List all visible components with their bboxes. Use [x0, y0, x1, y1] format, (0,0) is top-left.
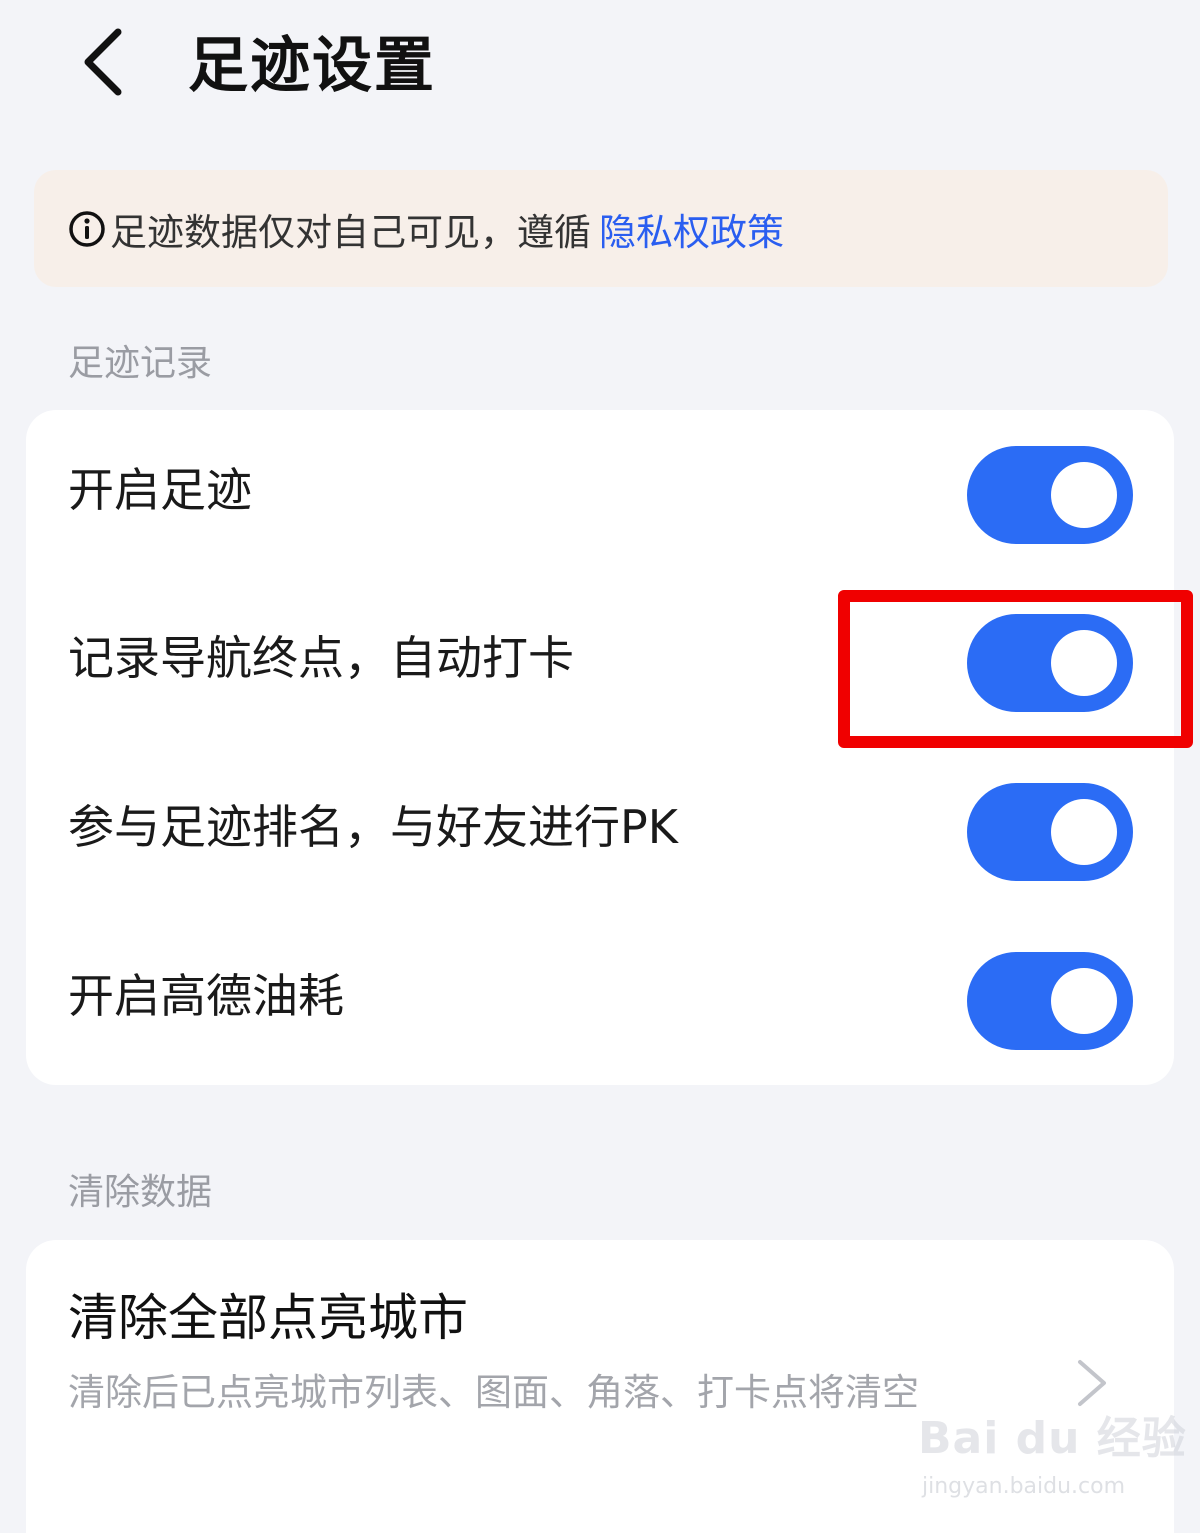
toggle-enable-footprint[interactable]: [967, 446, 1133, 544]
section-label-clear: 清除数据: [68, 1172, 213, 1213]
privacy-policy-link[interactable]: 隐私权政策: [599, 202, 784, 256]
setting-row-auto-checkin: 记录导航终点，自动打卡: [26, 578, 1174, 746]
info-circle-icon: [69, 210, 105, 247]
page-title: 足迹设置: [188, 31, 436, 101]
record-settings-card: 开启足迹 记录导航终点，自动打卡 参与足迹排名，与好友进行PK 开启高德油耗: [26, 410, 1174, 1085]
toggle-knob: [1051, 968, 1117, 1034]
setting-label-auto-checkin: 记录导航终点，自动打卡: [68, 631, 574, 685]
toggle-ranking-pk[interactable]: [967, 783, 1133, 881]
baidu-jingyan-watermark: Bai du 经验 jingyan.baidu.com: [918, 1402, 1186, 1512]
privacy-notice: 足迹数据仅对自己可见，遵循 隐私权政策: [34, 170, 1168, 287]
privacy-notice-text: 足迹数据仅对自己可见，遵循: [110, 210, 591, 254]
setting-row-ranking-pk: 参与足迹排名，与好友进行PK: [26, 747, 1174, 915]
toggle-fuel-consumption[interactable]: [967, 952, 1133, 1050]
setting-row-fuel-consumption: 开启高德油耗: [26, 916, 1174, 1084]
clear-all-cities-desc: 清除后已点亮城市列表、图面、角落、打卡点将清空: [68, 1371, 919, 1414]
setting-label-enable-footprint: 开启足迹: [68, 463, 252, 517]
setting-label-ranking-pk: 参与足迹排名，与好友进行PK: [68, 800, 678, 854]
setting-row-enable-footprint: 开启足迹: [26, 410, 1174, 578]
watermark-brand: Bai du 经验: [918, 1413, 1187, 1464]
toggle-knob: [1051, 799, 1117, 865]
header-bar: 足迹设置: [0, 0, 1200, 140]
toggle-auto-checkin[interactable]: [967, 614, 1133, 712]
setting-label-fuel-consumption: 开启高德油耗: [68, 969, 344, 1023]
toggle-knob: [1051, 630, 1117, 696]
chevron-right-icon: [1078, 1360, 1106, 1406]
chevron-left-icon: [84, 28, 122, 96]
toggle-knob: [1051, 462, 1117, 528]
section-label-record: 足迹记录: [68, 343, 213, 384]
back-button[interactable]: [62, 22, 142, 102]
watermark-url: jingyan.baidu.com: [922, 1474, 1126, 1499]
clear-all-cities-title: 清除全部点亮城市: [68, 1289, 468, 1347]
